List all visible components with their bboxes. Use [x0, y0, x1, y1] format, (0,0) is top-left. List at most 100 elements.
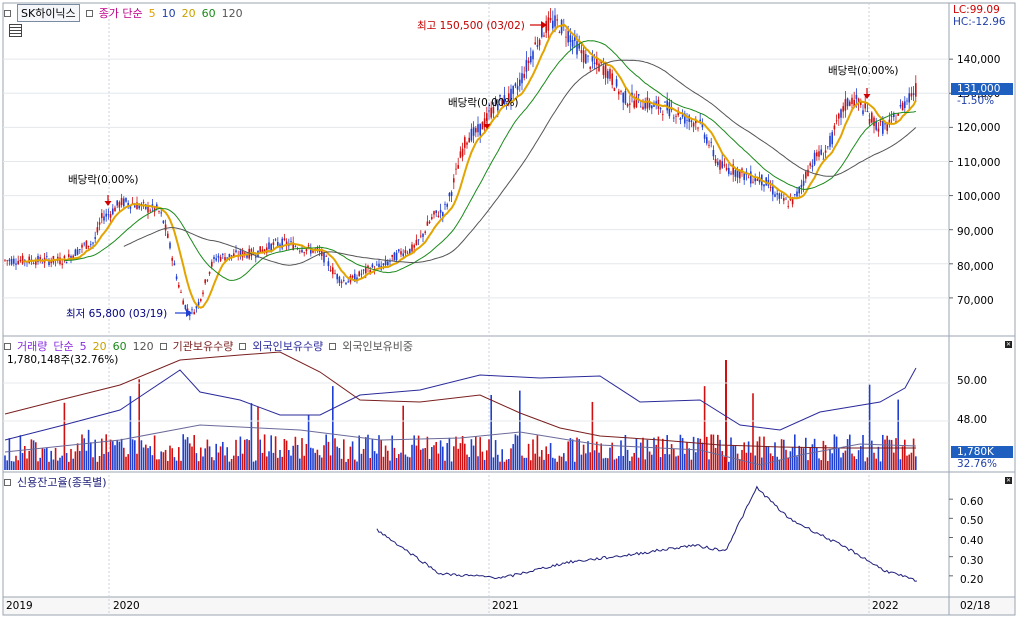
candle-body: [827, 146, 829, 148]
volume-bar: [426, 436, 429, 470]
candle-body: [516, 85, 519, 90]
foreign-menu-icon[interactable]: [239, 342, 247, 350]
candle-body: [642, 106, 644, 110]
volume-bar: [118, 441, 121, 470]
volume-bar: [160, 451, 162, 470]
volume-bar: [884, 439, 886, 470]
volume-bar: [576, 437, 578, 470]
volume-bar: [479, 437, 481, 470]
candle-body: [774, 194, 776, 197]
volume-bar: [866, 457, 869, 470]
close-volume-icon[interactable]: ✕: [1005, 341, 1012, 348]
credit-menu-icon[interactable]: [4, 478, 11, 486]
price-tick: 120,000: [957, 122, 1001, 134]
close-credit-icon[interactable]: ✕: [1005, 477, 1012, 484]
volume-bar: [549, 443, 552, 470]
ma-menu-icon[interactable]: [85, 9, 93, 17]
candle-body: [98, 222, 101, 225]
volume-bar: [8, 438, 11, 470]
volume-bar: [208, 446, 211, 470]
candle-body: [158, 211, 160, 213]
volume-bar: [646, 439, 649, 470]
volume-bar: [389, 460, 391, 470]
volume-bar: [68, 461, 70, 470]
candle-body: [842, 106, 844, 112]
volume-bar: [723, 456, 726, 470]
volume-bar: [156, 459, 158, 470]
volume-bar: [371, 439, 374, 470]
volume-bar: [505, 459, 508, 470]
candle-body: [116, 200, 118, 206]
candle-body: [783, 198, 785, 201]
candle-body: [596, 58, 598, 65]
foreign-holding-label: 외국인보유수량: [252, 340, 324, 353]
candle-body: [703, 134, 706, 139]
volume-bar: [50, 450, 52, 470]
volume-bar: [424, 448, 426, 470]
volume-bar: [382, 456, 385, 470]
candle-body: [734, 170, 737, 177]
volume-bar: [765, 445, 767, 470]
volume-bar: [340, 458, 343, 470]
volume-bar: [274, 436, 277, 470]
volume-bar: [901, 446, 904, 470]
volume-bar: [483, 459, 486, 470]
volume-bar: [816, 447, 818, 470]
candle-body: [173, 263, 176, 266]
candle-body: [714, 158, 717, 164]
stock-name[interactable]: SK하이닉스: [17, 4, 80, 22]
volume-bar: [26, 458, 28, 470]
volume-bar: [897, 399, 899, 470]
volume-bar: [224, 455, 226, 470]
volume-bar: [349, 446, 352, 470]
volume-bar: [37, 461, 39, 470]
inst-menu-icon[interactable]: [159, 342, 167, 350]
volume-bar: [343, 439, 345, 470]
volume-bar: [596, 441, 598, 470]
candle-body: [675, 115, 677, 117]
volume-bar: [873, 452, 875, 470]
volume-bar: [312, 448, 314, 470]
candle-body: [780, 194, 783, 196]
candle-body: [431, 217, 433, 220]
volume-bar: [862, 434, 864, 470]
institution-holding-line: [4, 351, 916, 449]
volume-bar: [255, 460, 257, 470]
candle-body: [866, 111, 869, 112]
volume-bar: [725, 360, 727, 470]
candle-body: [112, 208, 114, 215]
volume-bar: [411, 444, 413, 470]
credit-panel-header: 신용잔고율(종목별): [4, 474, 107, 490]
volume-bar: [369, 457, 371, 470]
volume-bar: [695, 452, 697, 470]
current-volume-tag: 1,780K: [951, 446, 1013, 458]
volume-bar: [706, 436, 708, 470]
volume-bar: [158, 459, 160, 470]
candle-body: [351, 275, 354, 278]
ma-period-10: 10: [161, 6, 176, 20]
candle-body: [565, 36, 567, 38]
ma-period-20: 20: [181, 6, 196, 20]
foreign-ratio-menu-icon[interactable]: [329, 342, 337, 350]
volume-bar: [164, 449, 167, 470]
volume-bar: [211, 457, 213, 470]
volume-bar: [134, 440, 136, 470]
candle-body: [772, 186, 774, 195]
volume-bar: [472, 445, 475, 470]
volume-bar: [283, 438, 286, 470]
candle-body: [750, 171, 752, 184]
volume-bar: [477, 456, 479, 470]
volume-bar: [767, 446, 770, 470]
volume-menu-icon[interactable]: [4, 342, 11, 350]
volume-bar: [860, 446, 862, 470]
volume-bar: [602, 458, 605, 470]
panel-menu-icon[interactable]: [4, 9, 11, 17]
candle-body: [697, 127, 699, 129]
candle-body: [420, 235, 422, 237]
grid-icon[interactable]: [9, 24, 22, 37]
volume-bar: [904, 439, 906, 470]
volume-bar: [167, 460, 169, 470]
institution-holding-label: 기관보유수량: [172, 340, 234, 353]
volume-bar: [486, 450, 488, 470]
volume-bar: [556, 461, 558, 470]
